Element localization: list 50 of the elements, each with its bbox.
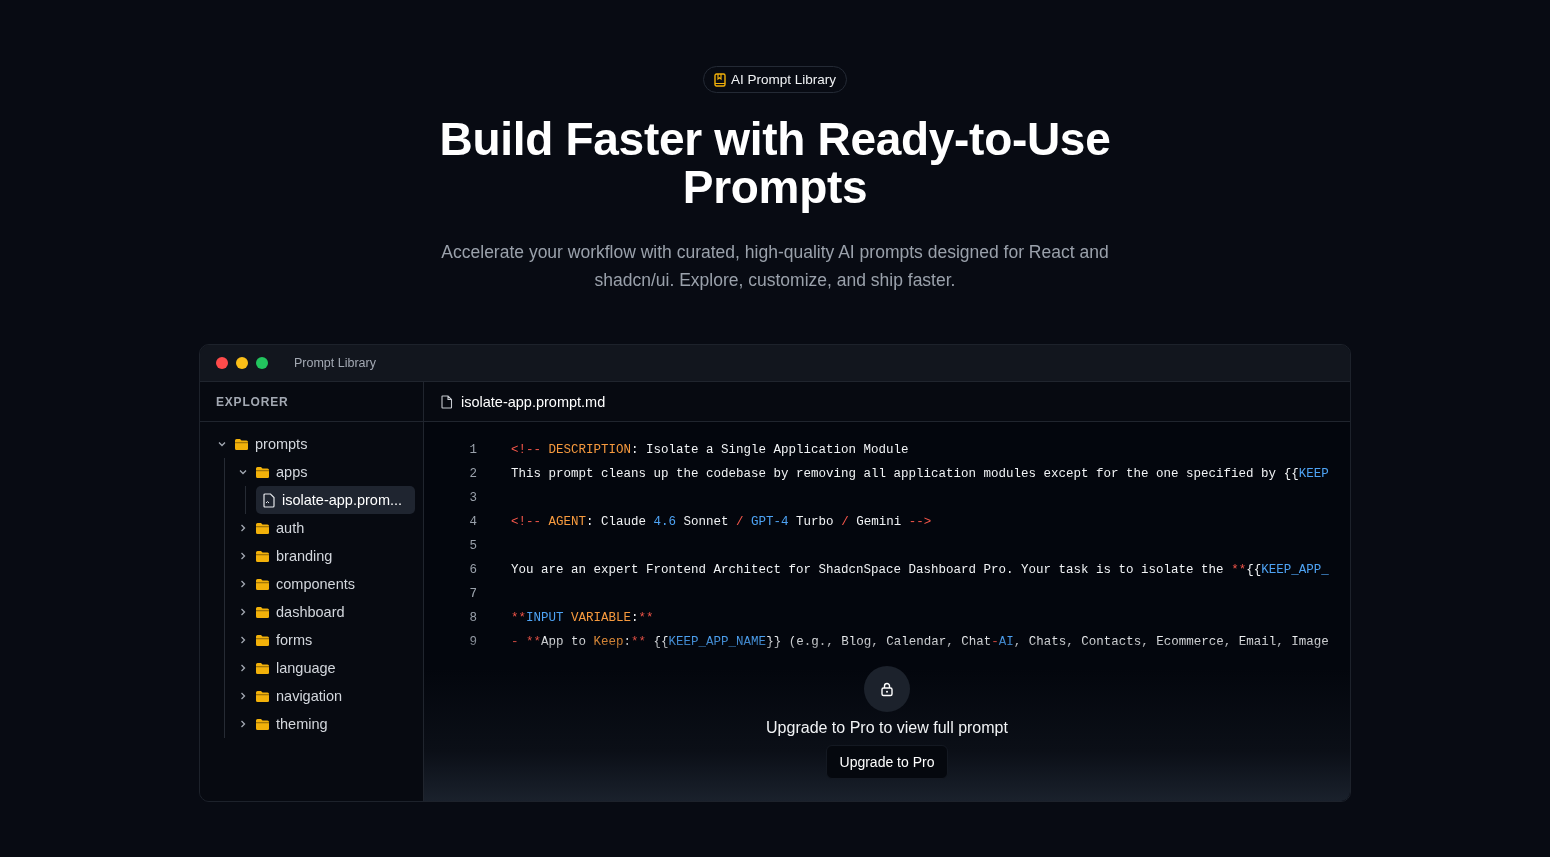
tree-item[interactable]: prompts (214, 430, 314, 458)
line-number: 8 (468, 611, 477, 625)
tree-item[interactable]: theming (235, 710, 334, 738)
upgrade-button[interactable]: Upgrade to Pro (825, 745, 949, 779)
explorer-heading: EXPLORER (216, 394, 289, 409)
tree-item[interactable]: auth (235, 514, 311, 542)
code-line: - **App to Keep:** {{KEEP_APP_NAME}} (e.g., Blog, Calendar, Chat-AI, Chats, Contacts, Ecommerce, Email, Image (511, 635, 1329, 649)
folder-icon (255, 465, 270, 479)
line-number: 1 (468, 443, 477, 457)
line-number: 3 (468, 491, 477, 505)
book-icon (713, 72, 726, 87)
folder-icon (255, 549, 270, 563)
paywall-message: Upgrade to Pro to view full prompt (766, 719, 1008, 737)
line-number: 7 (468, 587, 477, 601)
folder-icon (255, 661, 270, 675)
line-number: 5 (468, 539, 477, 553)
line-number: 2 (468, 467, 477, 481)
tree-item[interactable]: components (235, 570, 361, 598)
tree-item[interactable]: isolate-app.prom... (256, 486, 415, 514)
code-line: <!-- DESCRIPTION: Isolate a Single Application Module (511, 443, 909, 457)
folder-icon (255, 717, 270, 731)
folder-icon (255, 633, 270, 647)
line-number: 4 (468, 515, 477, 529)
window-control-dot[interactable] (216, 357, 228, 369)
folder-icon (234, 437, 249, 451)
folder-icon (255, 577, 270, 591)
folder-icon (255, 689, 270, 703)
line-number: 6 (468, 563, 477, 577)
lock-icon (864, 666, 910, 712)
code-line: <!-- AGENT: Claude 4.6 Sonnet / GPT-4 Turbo / Gemini --> (511, 515, 932, 529)
code-line: This prompt cleans up the codebase by removing all application modules except for the one specified by {{KEEP (511, 467, 1329, 481)
tree-item[interactable]: language (235, 654, 342, 682)
window-title: Prompt Library (294, 356, 376, 370)
file-icon (262, 492, 276, 508)
folder-icon (255, 521, 270, 535)
tree-item[interactable]: forms (235, 626, 319, 654)
subtitle: Accelerate your workflow with curated, high-quality AI prompts designed for React and shadcn/ui. Explore, customize, and ship faster. (440, 241, 1110, 292)
tree-item[interactable]: navigation (235, 682, 349, 710)
folder-icon (255, 605, 270, 619)
file-icon (441, 394, 453, 409)
tree-item[interactable]: dashboard (235, 598, 351, 626)
window-control-dot[interactable] (236, 357, 248, 369)
line-number: 9 (468, 635, 477, 649)
code-line: **INPUT VARIABLE:** (511, 611, 654, 625)
file-tab[interactable]: isolate-app.prompt.md (461, 393, 606, 410)
window-control-dot[interactable] (256, 357, 268, 369)
tree-item[interactable]: apps (235, 458, 314, 486)
headline: Build Faster with Ready-to-Use Prompts (438, 115, 1112, 211)
tree-item[interactable]: branding (235, 542, 339, 570)
code-line: You are an expert Frontend Architect for ShadcnSpace Dashboard Pro. Your task is to isolate the **{{KEEP_APP_ (511, 563, 1329, 577)
